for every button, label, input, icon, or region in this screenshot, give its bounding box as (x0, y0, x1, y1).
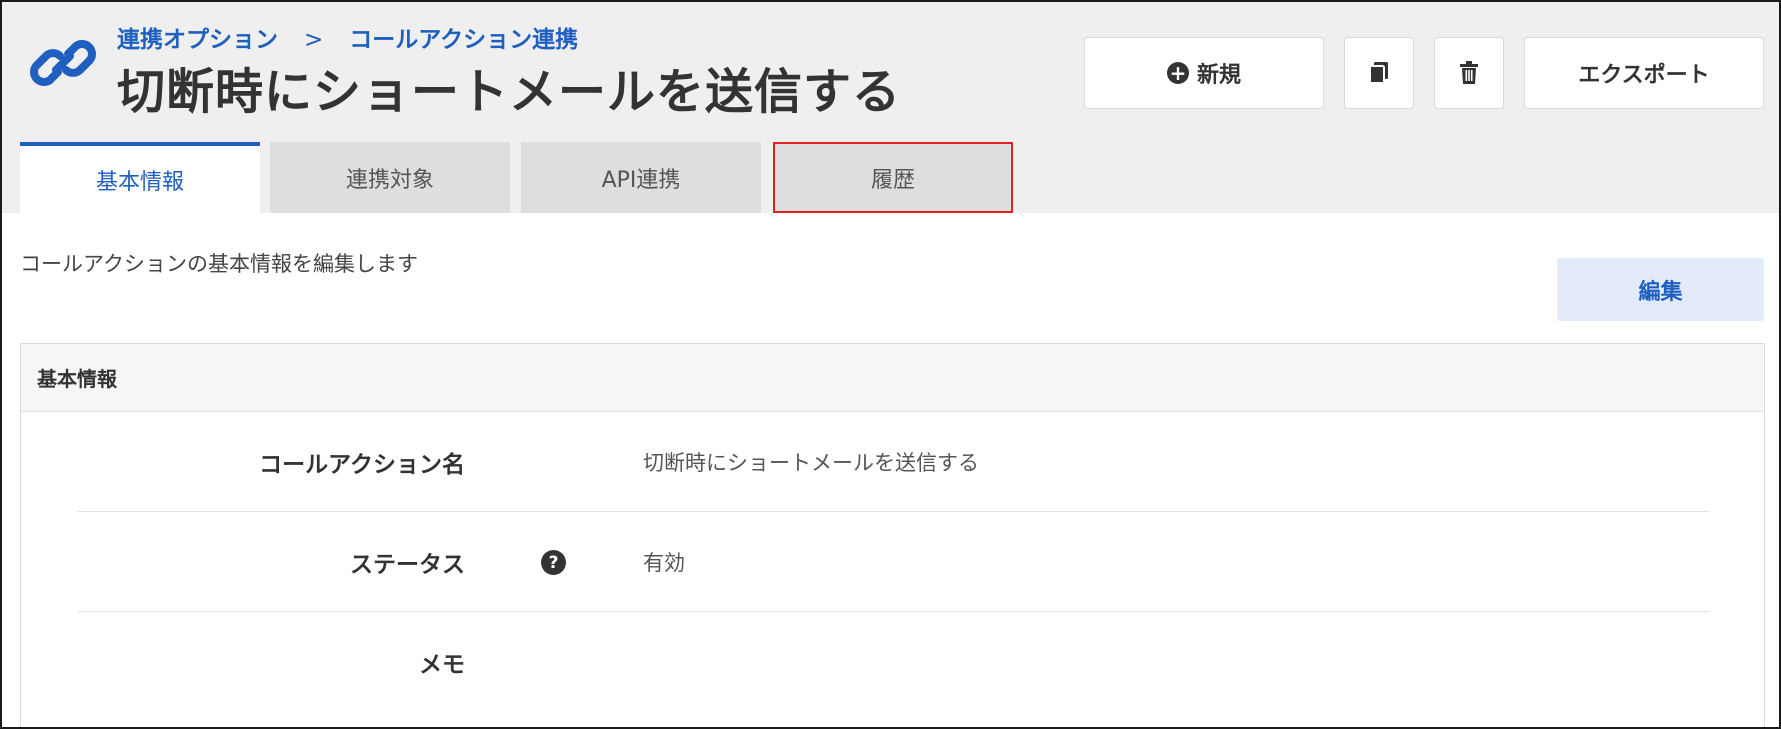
breadcrumb-current[interactable]: コールアクション連携 (349, 27, 578, 53)
field-row-memo: メモ (77, 612, 1709, 712)
link-icon (30, 40, 96, 86)
breadcrumb-separator: > (304, 27, 324, 53)
page-title: 切断時にショートメールを送信する (117, 64, 902, 120)
tab-api[interactable]: API連携 (521, 142, 761, 213)
edit-button[interactable]: 編集 (1557, 258, 1764, 321)
field-row-name: コールアクション名 切断時にショートメールを送信する (77, 412, 1709, 512)
basic-info-panel: 基本情報 コールアクション名 切断時にショートメールを送信する ステータス ? … (20, 343, 1765, 727)
copy-button[interactable] (1344, 37, 1414, 109)
copy-icon (1369, 62, 1388, 84)
field-value-status: 有効 (643, 550, 685, 575)
plus-circle-icon: + (1166, 62, 1189, 84)
field-row-status: ステータス ? 有効 (77, 512, 1709, 612)
page-header: 連携オプション > コールアクション連携 切断時にショートメールを送信する + 新規… (2, 2, 1779, 213)
export-button[interactable]: エクスポート (1524, 37, 1764, 109)
field-label-status: ステータス (350, 551, 465, 578)
question-circle-icon[interactable]: ? (541, 550, 566, 575)
breadcrumb-parent[interactable]: 連携オプション (117, 27, 278, 53)
field-value-name: 切断時にショートメールを送信する (643, 450, 979, 475)
page-description: コールアクションの基本情報を編集します (20, 252, 418, 276)
panel-title: 基本情報 (21, 344, 1764, 412)
app-window: 連携オプション > コールアクション連携 切断時にショートメールを送信する + 新規… (0, 0, 1781, 729)
field-label-name: コールアクション名 (259, 451, 465, 478)
delete-button[interactable] (1434, 37, 1504, 109)
tab-targets[interactable]: 連携対象 (270, 142, 510, 213)
new-button[interactable]: + 新規 (1084, 37, 1324, 109)
tab-basic-info[interactable]: 基本情報 (20, 142, 260, 213)
tab-history[interactable]: 履歴 (773, 142, 1013, 213)
new-button-label: 新規 (1196, 63, 1241, 88)
breadcrumb: 連携オプション > コールアクション連携 (117, 20, 578, 54)
field-label-memo: メモ (419, 652, 465, 678)
trash-icon (1460, 61, 1478, 84)
